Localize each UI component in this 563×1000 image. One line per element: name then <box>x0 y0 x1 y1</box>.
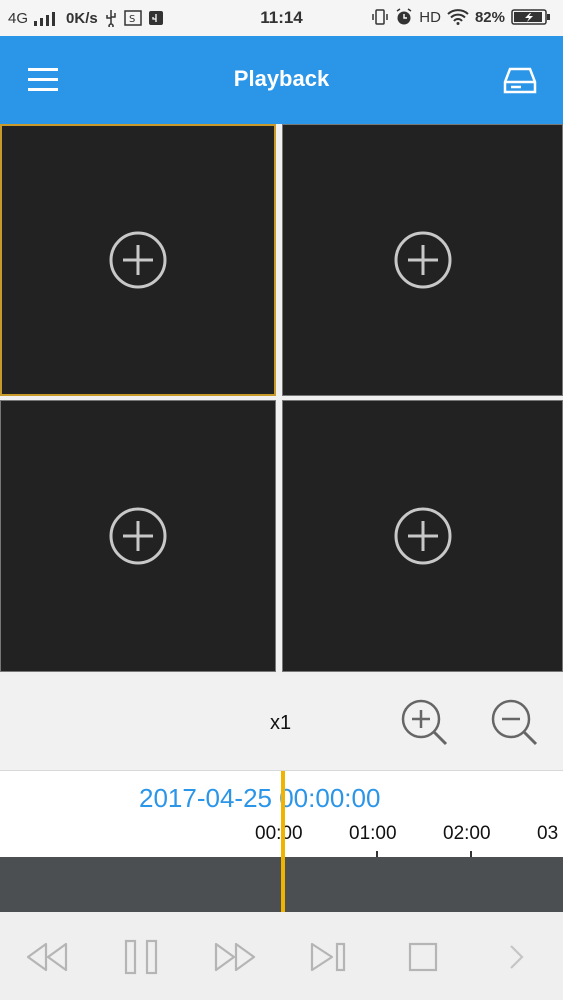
stop-icon[interactable] <box>400 934 446 980</box>
pause-icon[interactable] <box>118 934 164 980</box>
timeline-cursor[interactable] <box>281 771 285 913</box>
wifi-icon <box>447 9 469 25</box>
rewind-icon[interactable] <box>24 934 70 980</box>
status-bar: 4G 0K/s S 11:14 HD 82% <box>0 0 563 36</box>
timeline[interactable]: 2017-04-25 00:00:00 00:00 01:00 02:00 03 <box>0 770 563 913</box>
storage-button[interactable] <box>503 66 537 96</box>
app-bar: Playback <box>0 36 563 124</box>
add-icon[interactable] <box>108 230 168 290</box>
playback-speed[interactable]: x1 <box>270 712 291 735</box>
video-pane-4[interactable] <box>282 400 563 672</box>
add-icon[interactable] <box>108 506 168 566</box>
tick-label: 01:00 <box>349 823 397 844</box>
tick-label: 00:00 <box>255 823 303 844</box>
zoom-bar: x1 <box>0 676 563 770</box>
add-icon[interactable] <box>393 230 453 290</box>
add-icon[interactable] <box>393 506 453 566</box>
tick-label: 03 <box>537 823 559 844</box>
video-pane-3[interactable] <box>0 400 276 672</box>
hd-indicator: HD <box>419 8 441 26</box>
zoom-out-icon[interactable] <box>490 698 540 748</box>
zoom-in-icon[interactable] <box>400 698 450 748</box>
battery-icon <box>511 9 550 25</box>
timeline-datetime: 2017-04-25 00:00:00 <box>139 783 381 813</box>
video-pane-2[interactable] <box>282 124 563 396</box>
status-right: HD 82% <box>371 8 551 26</box>
storage-icon <box>503 67 537 94</box>
battery-percent: 82% <box>474 8 505 26</box>
tick-label: 02:00 <box>443 823 491 844</box>
step-forward-icon[interactable] <box>306 934 352 980</box>
video-pane-1[interactable] <box>0 124 276 396</box>
vibrate-icon <box>372 9 389 25</box>
playback-controls <box>0 912 563 1000</box>
alarm-icon <box>396 8 412 25</box>
video-grid <box>0 124 563 676</box>
next-icon[interactable] <box>494 934 540 980</box>
fast-forward-icon[interactable] <box>212 934 258 980</box>
page-title: Playback <box>233 66 330 91</box>
